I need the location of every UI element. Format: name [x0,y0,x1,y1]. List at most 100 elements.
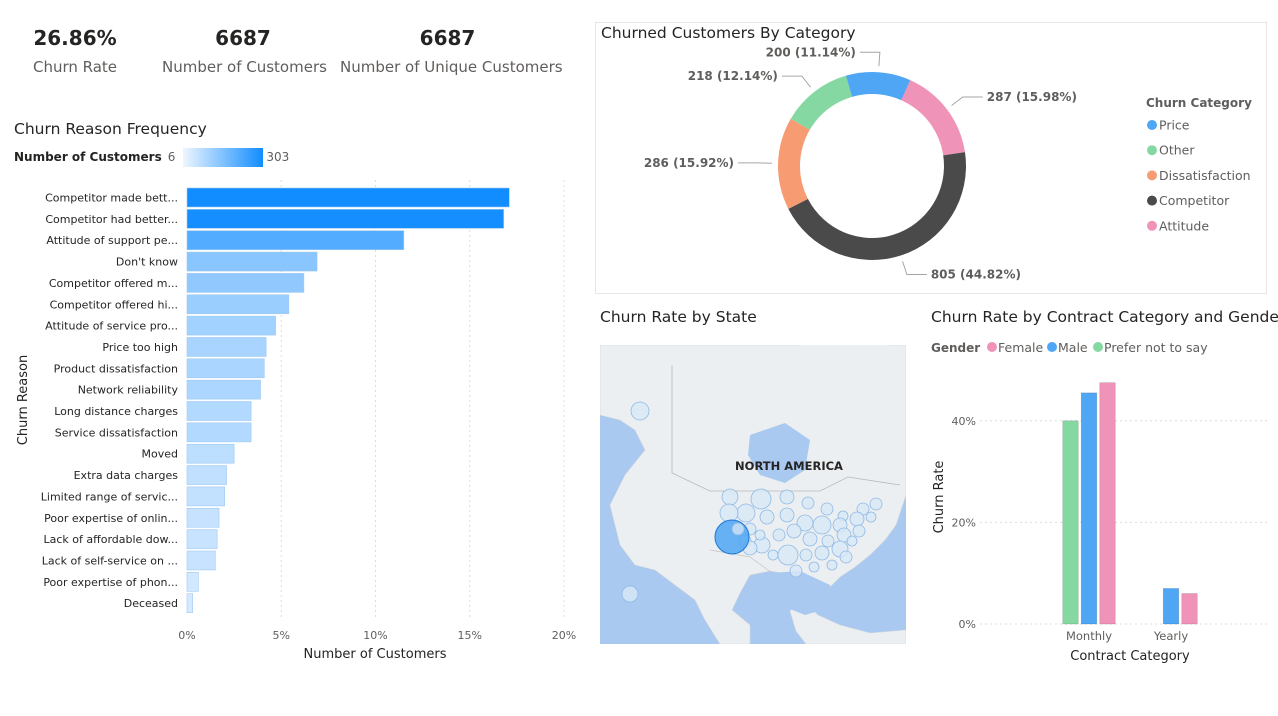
kpi-value: 26.86% [33,26,117,50]
bar [186,550,216,571]
legend-title: Gender [931,341,980,355]
bar [186,486,226,507]
donut-slice [901,80,965,156]
donut-chart-title: Churned Customers By Category [601,24,856,42]
category-label: Poor expertise of onlin... [44,512,178,525]
leader-line [951,96,983,106]
bar [186,593,193,613]
map-bubble [852,524,866,538]
legend-marker [987,342,997,352]
churn-reason-bar-chart[interactable]: 0% 5% 10% 15% 20% Competitor made bett... Comp… [0,175,585,675]
category-label: Moved [142,448,178,461]
map-title: Churn Rate by State [600,308,757,326]
bar [186,401,252,421]
churn-category-donut-chart[interactable]: 287 (15.98%) 805 (44.82%) 286 (15.92%) 218 … [596,45,1264,291]
category-label: Competitor had better... [45,213,178,226]
bar [186,209,504,229]
x-tick-label: 10% [363,629,387,642]
map-bubble [812,515,832,535]
bar [186,443,235,464]
map-bubble [799,548,813,562]
map-bubble [869,497,883,511]
legend-item: Male [1058,340,1088,355]
map-bubble [820,502,834,516]
x-tick-label: 20% [552,629,576,642]
churn-reason-chart-title: Churn Reason Frequency [14,120,207,138]
bar [1181,593,1198,625]
category-label: Long distance charges [54,405,178,418]
category-label: Price too high [102,341,178,354]
gradient-legend: Number of Customers 6 303 [14,147,289,167]
legend-item: Dissatisfaction [1159,168,1251,183]
map-bubble [849,511,865,527]
churn-state-map[interactable]: NORTH AMERICA [600,345,906,644]
map-bubble [719,503,739,523]
bar [186,187,510,208]
category-label: Poor expertise of phon... [43,576,178,589]
bar [186,294,290,315]
legend-item: Competitor [1159,193,1230,208]
category-label: Competitor offered hi... [50,298,178,311]
kpi-value: 6687 [419,26,476,50]
leader-line [781,75,811,88]
bar [186,337,267,357]
category-label: Don't know [116,256,178,269]
leader-line [859,51,881,67]
x-tick-label: Monthly [1066,629,1112,643]
legend-marker [1147,170,1157,181]
y-tick-label: 0% [959,618,976,631]
map-bubble [750,488,772,510]
map-bubble [621,585,639,603]
legend-marker [1047,342,1057,352]
map-bubble [772,528,786,542]
legend-item: Prefer not to say [1104,340,1208,355]
map-bubble [839,550,853,564]
kpi-label: Number of Unique Customers [340,58,563,76]
category-label: Product dissatisfaction [54,362,178,375]
category-label: Attitude of service pro... [45,320,178,333]
bar [186,529,218,549]
kpi-unique-customers: 6687 Number of Unique Customers [340,26,563,76]
category-label: Service dissatisfaction [55,426,178,439]
gradient-legend-max: 303 [266,150,290,164]
y-axis-title: Churn Reason [16,355,31,445]
category-label: Competitor offered m... [49,277,178,290]
bar [186,358,265,379]
gradient-legend-min: 6 [167,150,176,164]
kpi-label: Number of Customers [162,58,327,76]
bar [186,422,252,443]
map-bubble [779,507,795,523]
category-label: Network reliability [78,384,179,397]
map-bubble [777,544,799,566]
donut-slice [845,72,911,101]
category-label: Lack of affordable dow... [44,533,178,546]
y-axis-title: Churn Rate [932,461,947,534]
kpi-churn-rate: 26.86% Churn Rate [15,26,135,76]
kpi-value: 6687 [215,26,271,50]
data-label: 286 (15.92%) [644,156,734,170]
data-label: 218 (12.14%) [688,69,778,83]
map-bubble [721,488,739,506]
map-bubble [808,561,820,573]
map-bubble [714,519,750,555]
legend-marker [1093,342,1103,352]
bar [186,379,261,400]
bar [186,273,305,293]
map-bubble [754,529,766,541]
leader-line [902,261,927,276]
category-label: Deceased [124,597,178,610]
x-tick-label: 0% [178,629,195,642]
map-region-label: NORTH AMERICA [735,459,843,473]
bar [186,230,405,251]
data-label: 287 (15.98%) [987,90,1077,104]
donut-slice [788,152,966,261]
map-bubble [821,534,835,548]
contract-gender-bar-chart[interactable]: Gender Female Male Prefer not to say 0% 20% 40… [920,333,1275,673]
legend-marker [1147,195,1157,206]
map-bubble [801,496,815,510]
bar [186,507,220,528]
x-axis-title: Number of Customers [304,647,447,662]
bar [1099,382,1116,625]
legend-item: Female [998,340,1044,355]
legend-marker [1147,120,1157,130]
